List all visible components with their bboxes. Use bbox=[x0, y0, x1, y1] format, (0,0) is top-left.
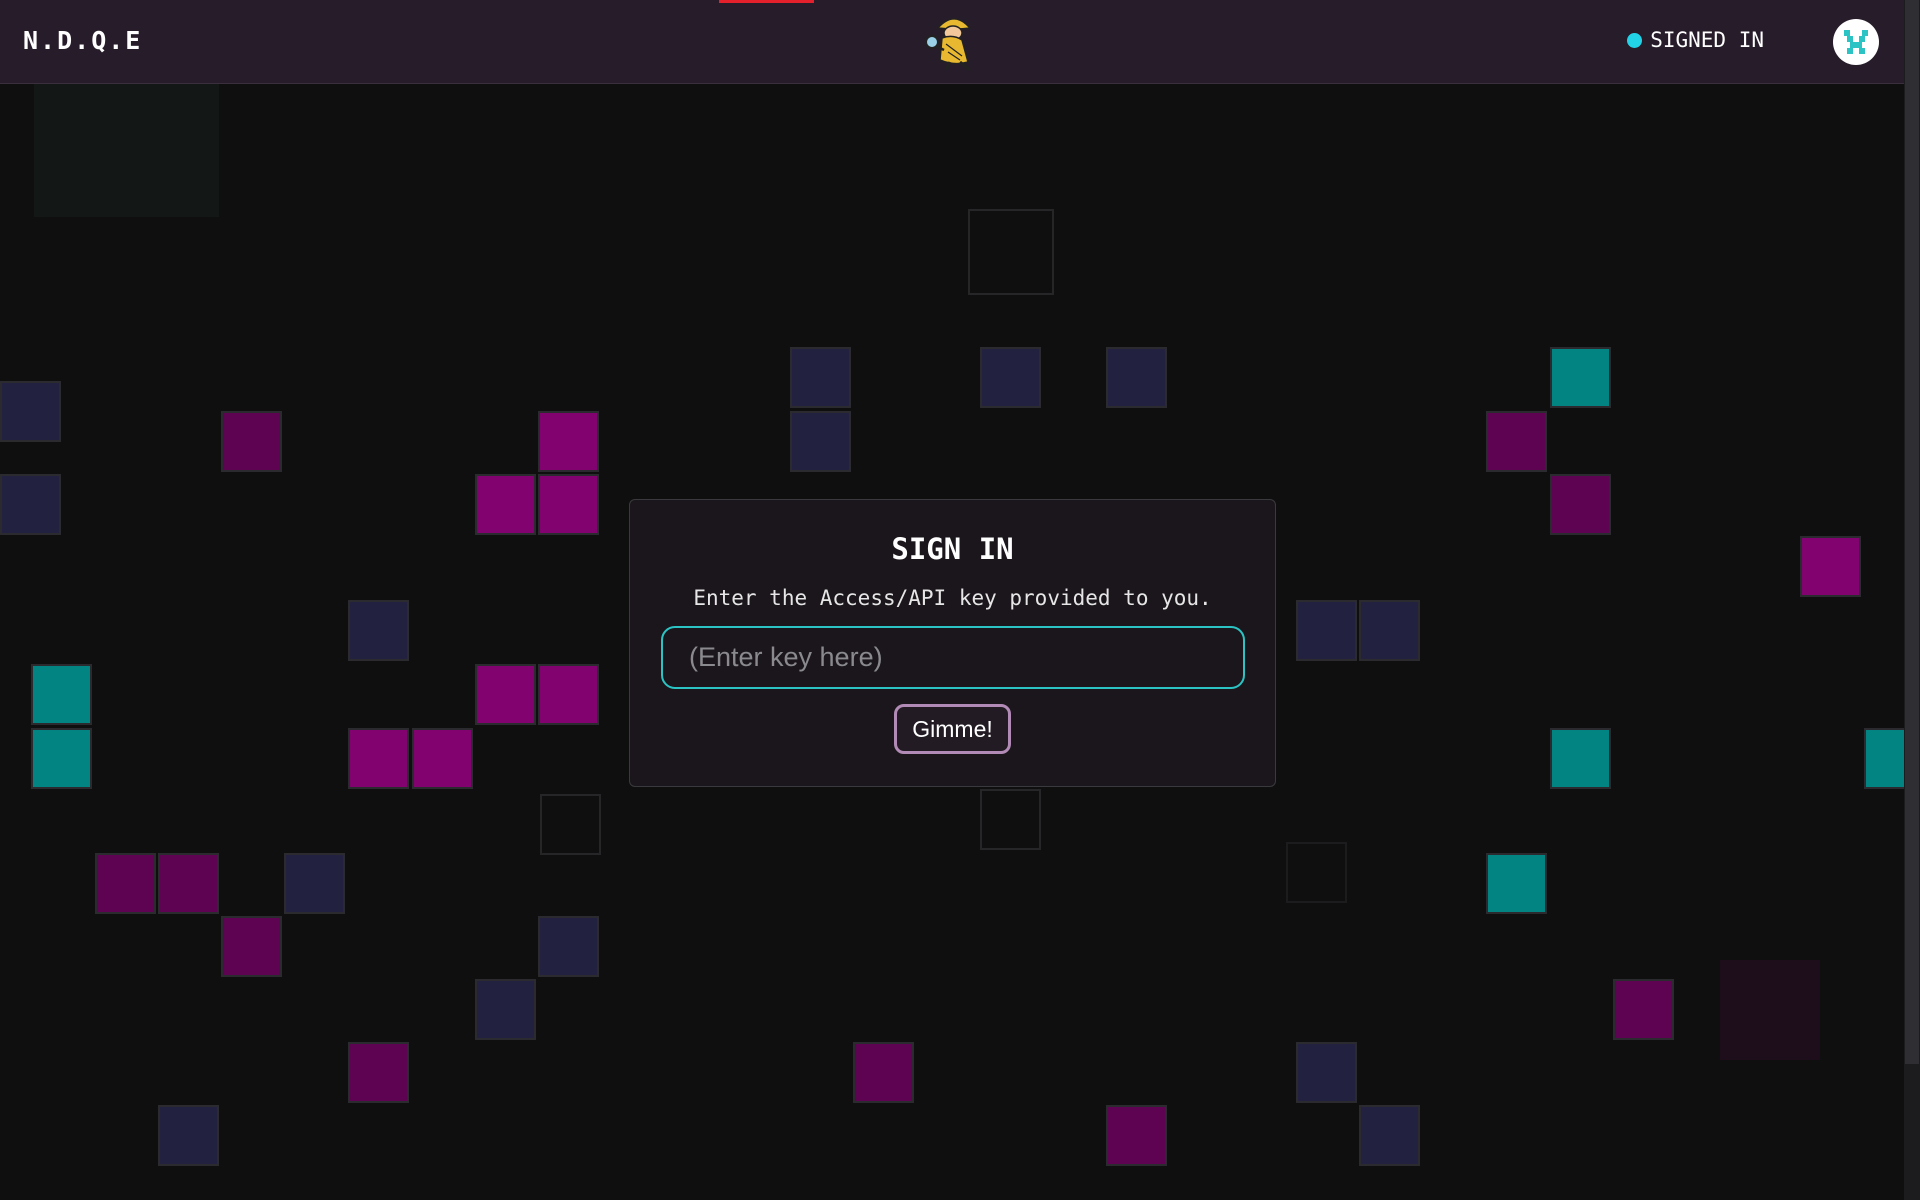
brand-title: N.D.Q.E bbox=[23, 26, 143, 55]
top-bar: N.D.Q.E SIGNED IN bbox=[0, 0, 1904, 84]
background-tile bbox=[348, 1042, 409, 1103]
background-tile bbox=[95, 853, 156, 914]
api-key-input[interactable] bbox=[661, 626, 1245, 689]
background-tile bbox=[348, 728, 409, 789]
background-tile bbox=[968, 209, 1054, 295]
background-tile bbox=[221, 916, 282, 977]
background-tile bbox=[1613, 979, 1674, 1040]
vertical-scrollbar[interactable] bbox=[1904, 0, 1920, 1200]
background-tile bbox=[1286, 842, 1347, 903]
background-tile bbox=[1296, 600, 1357, 661]
background-tile bbox=[1106, 347, 1167, 408]
background-tile bbox=[1800, 536, 1861, 597]
status-label: SIGNED IN bbox=[1650, 28, 1764, 52]
background-tile bbox=[475, 664, 536, 725]
background-tile bbox=[475, 474, 536, 535]
user-avatar[interactable] bbox=[1833, 19, 1879, 65]
background-tile bbox=[980, 789, 1041, 850]
background-tile bbox=[538, 411, 599, 472]
submit-key-button[interactable]: Gimme! bbox=[894, 704, 1011, 754]
pixel-avatar-icon bbox=[1844, 30, 1868, 54]
background-tile bbox=[790, 411, 851, 472]
background-tile bbox=[540, 794, 601, 855]
background-tile bbox=[980, 347, 1041, 408]
background-tile bbox=[538, 664, 599, 725]
sign-in-status: SIGNED IN bbox=[1627, 28, 1764, 52]
background-tile bbox=[31, 664, 92, 725]
background-tile bbox=[790, 347, 851, 408]
background-tile bbox=[853, 1042, 914, 1103]
background-tile bbox=[1296, 1042, 1357, 1103]
dialog-title: SIGN IN bbox=[891, 532, 1014, 566]
background-tile bbox=[1550, 347, 1611, 408]
background-tile bbox=[158, 1105, 219, 1166]
app-viewport: N.D.Q.E SIGNED IN SIGN IN Enter the Acce… bbox=[0, 0, 1920, 1200]
background-tile bbox=[1486, 853, 1547, 914]
background-tile bbox=[284, 853, 345, 914]
background-tile bbox=[412, 728, 473, 789]
detective-mascot-icon bbox=[920, 8, 984, 72]
status-dot-icon bbox=[1627, 32, 1643, 48]
background-tile bbox=[158, 853, 219, 914]
scrollbar-thumb[interactable] bbox=[1905, 0, 1919, 1064]
background-tile bbox=[1359, 600, 1420, 661]
background-tile bbox=[1720, 960, 1820, 1060]
background-tile bbox=[221, 411, 282, 472]
background-tile bbox=[1359, 1105, 1420, 1166]
background-tile bbox=[0, 474, 61, 535]
background-tile bbox=[538, 916, 599, 977]
background-tile bbox=[348, 600, 409, 661]
background-tile bbox=[31, 728, 92, 789]
background-tile bbox=[538, 474, 599, 535]
dialog-instructions: Enter the Access/API key provided to you… bbox=[693, 586, 1212, 610]
background-tile bbox=[0, 381, 61, 442]
background-tile bbox=[1550, 728, 1611, 789]
sign-in-dialog: SIGN IN Enter the Access/API key provide… bbox=[629, 499, 1276, 787]
background-tile bbox=[1550, 474, 1611, 535]
loading-progress-bar bbox=[719, 0, 814, 3]
background-tile bbox=[475, 979, 536, 1040]
background-tile bbox=[34, 84, 219, 217]
background-tile bbox=[1106, 1105, 1167, 1166]
background-tile bbox=[1486, 411, 1547, 472]
